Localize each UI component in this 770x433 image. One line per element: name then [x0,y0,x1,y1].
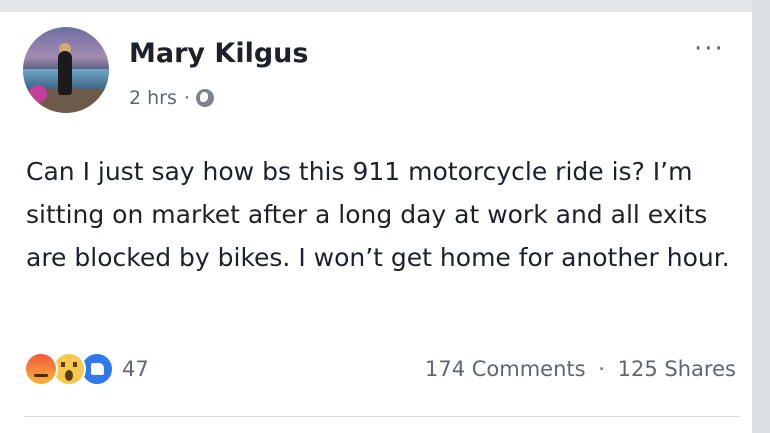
page-edge [752,0,770,433]
top-strip [0,0,770,12]
avatar-person [58,51,72,95]
avatar-flower [29,85,47,103]
post-stats: 174 Comments · 125 Shares [425,357,736,381]
author-name[interactable]: Mary Kilgus [129,38,308,69]
angry-reaction-icon [24,352,58,386]
reaction-count[interactable]: 47 [122,357,149,381]
shares-link[interactable]: 125 Shares [618,357,736,381]
stats-separator: · [598,357,605,381]
globe-icon[interactable] [195,89,214,107]
divider [24,416,740,417]
post-time[interactable]: 2 hrs [129,87,177,109]
post-meta: 2 hrs · [129,87,214,109]
meta-separator: · [183,87,190,109]
post-text: Can I just say how bs this 911 motorcycl… [26,157,730,272]
reactions-summary[interactable]: 47 [24,352,149,386]
comments-link[interactable]: 174 Comments [425,357,586,381]
avatar[interactable] [23,27,109,113]
more-options-icon[interactable]: ··· [694,36,725,62]
